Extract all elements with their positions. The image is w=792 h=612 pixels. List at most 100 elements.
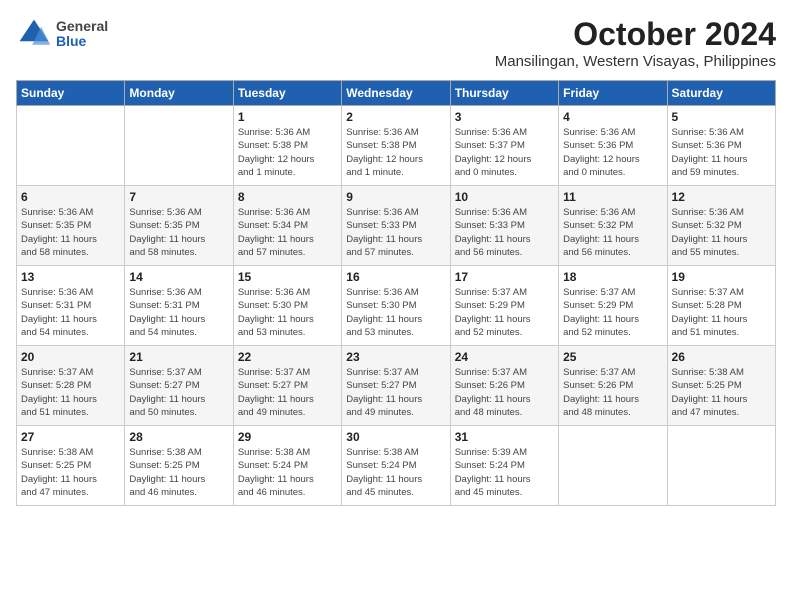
day-number: 7 (129, 190, 228, 204)
logo-blue: Blue (56, 34, 108, 49)
calendar-table: SundayMondayTuesdayWednesdayThursdayFrid… (16, 80, 776, 506)
day-info: Sunrise: 5:37 AM Sunset: 5:27 PM Dayligh… (129, 366, 228, 419)
calendar-cell: 23 Sunrise: 5:37 AM Sunset: 5:27 PM Dayli… (342, 346, 450, 426)
day-info: Sunrise: 5:38 AM Sunset: 5:25 PM Dayligh… (21, 446, 120, 499)
day-number: 25 (563, 350, 662, 364)
calendar-week-row: 27 Sunrise: 5:38 AM Sunset: 5:25 PM Dayli… (17, 426, 776, 506)
day-number: 26 (672, 350, 771, 364)
calendar-cell: 14 Sunrise: 5:36 AM Sunset: 5:31 PM Dayli… (125, 266, 233, 346)
day-info: Sunrise: 5:36 AM Sunset: 5:33 PM Dayligh… (346, 206, 445, 259)
day-info: Sunrise: 5:37 AM Sunset: 5:28 PM Dayligh… (21, 366, 120, 419)
day-info: Sunrise: 5:36 AM Sunset: 5:32 PM Dayligh… (563, 206, 662, 259)
day-info: Sunrise: 5:37 AM Sunset: 5:27 PM Dayligh… (238, 366, 337, 419)
calendar-cell: 19 Sunrise: 5:37 AM Sunset: 5:28 PM Dayli… (667, 266, 775, 346)
day-info: Sunrise: 5:36 AM Sunset: 5:37 PM Dayligh… (455, 126, 554, 179)
day-number: 19 (672, 270, 771, 284)
weekday-header: Wednesday (342, 81, 450, 106)
calendar-cell (559, 426, 667, 506)
calendar-cell: 18 Sunrise: 5:37 AM Sunset: 5:29 PM Dayli… (559, 266, 667, 346)
month-title: October 2024 (495, 16, 776, 53)
calendar-cell: 1Sunrise: 5:36 AM Sunset: 5:38 PM Daylig… (233, 106, 341, 186)
calendar-week-row: 20 Sunrise: 5:37 AM Sunset: 5:28 PM Dayli… (17, 346, 776, 426)
calendar-week-row: 6Sunrise: 5:36 AM Sunset: 5:35 PM Daylig… (17, 186, 776, 266)
weekday-header: Thursday (450, 81, 558, 106)
calendar-cell: 3 Sunrise: 5:36 AM Sunset: 5:37 PM Daylig… (450, 106, 558, 186)
day-number: 31 (455, 430, 554, 444)
day-info: Sunrise: 5:37 AM Sunset: 5:29 PM Dayligh… (563, 286, 662, 339)
day-info: Sunrise: 5:37 AM Sunset: 5:27 PM Dayligh… (346, 366, 445, 419)
day-number: 1 (238, 110, 337, 124)
day-info: Sunrise: 5:36 AM Sunset: 5:36 PM Dayligh… (672, 126, 771, 179)
calendar-cell: 10Sunrise: 5:36 AM Sunset: 5:33 PM Dayli… (450, 186, 558, 266)
calendar-cell: 30Sunrise: 5:38 AM Sunset: 5:24 PM Dayli… (342, 426, 450, 506)
calendar-cell: 26 Sunrise: 5:38 AM Sunset: 5:25 PM Dayli… (667, 346, 775, 426)
day-number: 17 (455, 270, 554, 284)
calendar-cell: 7Sunrise: 5:36 AM Sunset: 5:35 PM Daylig… (125, 186, 233, 266)
calendar-cell: 24Sunrise: 5:37 AM Sunset: 5:26 PM Dayli… (450, 346, 558, 426)
day-number: 18 (563, 270, 662, 284)
day-info: Sunrise: 5:39 AM Sunset: 5:24 PM Dayligh… (455, 446, 554, 499)
day-info: Sunrise: 5:36 AM Sunset: 5:32 PM Dayligh… (672, 206, 771, 259)
calendar-cell: 31 Sunrise: 5:39 AM Sunset: 5:24 PM Dayli… (450, 426, 558, 506)
day-number: 28 (129, 430, 228, 444)
day-number: 20 (21, 350, 120, 364)
calendar-week-row: 1 Sunrise: 5:36 AM Sunset: 5:38 PM Daylig… (17, 106, 776, 186)
calendar-cell: 11 Sunrise: 5:36 AM Sunset: 5:32 PM Dayli… (559, 186, 667, 266)
weekday-header: Saturday (667, 81, 775, 106)
day-info: Sunrise: 5:36 AM Sunset: 5:31 PM Dayligh… (129, 286, 228, 339)
page-header: General Blue October 2024 Mansilingan, W… (16, 16, 776, 70)
calendar-cell: 12 Sunrise: 5:36 AM Sunset: 5:32 PM Dayli… (667, 186, 775, 266)
day-info: Sunrise: 5:38 AM Sunset: 5:24 PM Dayligh… (346, 446, 445, 499)
calendar-cell: 2Sunrise: 5:36 AM Sunset: 5:38 PM Daylig… (342, 106, 450, 186)
weekday-header: Tuesday (233, 81, 341, 106)
calendar-week-row: 13 Sunrise: 5:36 AM Sunset: 5:31 PM Dayli… (17, 266, 776, 346)
day-number: 12 (672, 190, 771, 204)
calendar-cell: 5 Sunrise: 5:36 AM Sunset: 5:36 PM Daylig… (667, 106, 775, 186)
day-info: Sunrise: 5:37 AM Sunset: 5:28 PM Dayligh… (672, 286, 771, 339)
calendar-cell: 27 Sunrise: 5:38 AM Sunset: 5:25 PM Dayli… (17, 426, 125, 506)
day-number: 9 (346, 190, 445, 204)
day-number: 13 (21, 270, 120, 284)
title-area: October 2024 Mansilingan, Western Visaya… (495, 16, 776, 70)
location-title: Mansilingan, Western Visayas, Philippine… (495, 53, 776, 70)
day-number: 24 (455, 350, 554, 364)
logo: General Blue (16, 16, 108, 52)
day-number: 3 (455, 110, 554, 124)
day-number: 10 (455, 190, 554, 204)
logo-general: General (56, 19, 108, 34)
day-info: Sunrise: 5:36 AM Sunset: 5:34 PM Dayligh… (238, 206, 337, 259)
day-info: Sunrise: 5:36 AM Sunset: 5:30 PM Dayligh… (346, 286, 445, 339)
day-number: 14 (129, 270, 228, 284)
day-info: Sunrise: 5:38 AM Sunset: 5:24 PM Dayligh… (238, 446, 337, 499)
day-number: 21 (129, 350, 228, 364)
calendar-cell: 4 Sunrise: 5:36 AM Sunset: 5:36 PM Daylig… (559, 106, 667, 186)
logo-icon (16, 16, 52, 52)
calendar-cell: 13Sunrise: 5:36 AM Sunset: 5:31 PM Dayli… (17, 266, 125, 346)
day-info: Sunrise: 5:36 AM Sunset: 5:35 PM Dayligh… (21, 206, 120, 259)
day-info: Sunrise: 5:38 AM Sunset: 5:25 PM Dayligh… (129, 446, 228, 499)
day-number: 8 (238, 190, 337, 204)
day-number: 29 (238, 430, 337, 444)
day-info: Sunrise: 5:36 AM Sunset: 5:38 PM Dayligh… (346, 126, 445, 179)
calendar-cell (17, 106, 125, 186)
day-number: 23 (346, 350, 445, 364)
day-info: Sunrise: 5:36 AM Sunset: 5:30 PM Dayligh… (238, 286, 337, 339)
day-number: 16 (346, 270, 445, 284)
weekday-header: Friday (559, 81, 667, 106)
calendar-cell: 29 Sunrise: 5:38 AM Sunset: 5:24 PM Dayli… (233, 426, 341, 506)
calendar-cell (667, 426, 775, 506)
day-info: Sunrise: 5:36 AM Sunset: 5:36 PM Dayligh… (563, 126, 662, 179)
day-info: Sunrise: 5:37 AM Sunset: 5:26 PM Dayligh… (563, 366, 662, 419)
day-info: Sunrise: 5:37 AM Sunset: 5:29 PM Dayligh… (455, 286, 554, 339)
calendar-cell: 28 Sunrise: 5:38 AM Sunset: 5:25 PM Dayli… (125, 426, 233, 506)
day-number: 5 (672, 110, 771, 124)
day-info: Sunrise: 5:38 AM Sunset: 5:25 PM Dayligh… (672, 366, 771, 419)
day-number: 4 (563, 110, 662, 124)
weekday-header-row: SundayMondayTuesdayWednesdayThursdayFrid… (17, 81, 776, 106)
day-number: 27 (21, 430, 120, 444)
day-number: 11 (563, 190, 662, 204)
calendar-cell: 20 Sunrise: 5:37 AM Sunset: 5:28 PM Dayli… (17, 346, 125, 426)
calendar-cell (125, 106, 233, 186)
calendar-cell: 8 Sunrise: 5:36 AM Sunset: 5:34 PM Daylig… (233, 186, 341, 266)
weekday-header: Sunday (17, 81, 125, 106)
